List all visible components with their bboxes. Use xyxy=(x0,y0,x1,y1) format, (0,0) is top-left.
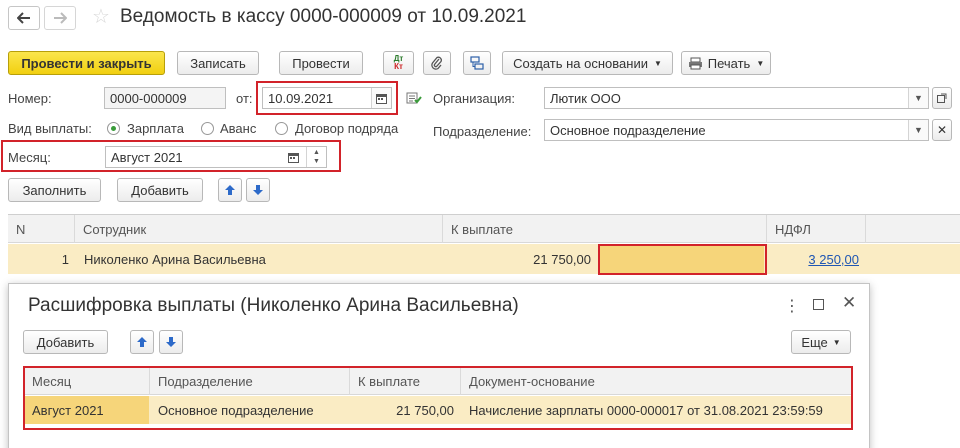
popup-title: Расшифровка выплаты (Николенко Арина Вас… xyxy=(28,295,519,316)
calendar-icon[interactable] xyxy=(371,88,391,108)
table-row[interactable]: 1 Николенко Арина Васильевна 21 750,00 3… xyxy=(8,244,960,274)
payout-option-contract[interactable]: Договор подряда xyxy=(295,121,398,136)
number-label: Номер: xyxy=(8,91,52,106)
cell-amount: 21 750,00 xyxy=(533,251,591,267)
column-header-n[interactable]: N xyxy=(8,215,75,243)
popup-column-header-amount[interactable]: К выплате xyxy=(350,367,461,395)
cell-empty-selected[interactable] xyxy=(600,245,764,273)
table-header: N Сотрудник К выплате НДФЛ xyxy=(8,215,960,243)
popup-column-header-document[interactable]: Документ-основание xyxy=(461,367,852,395)
close-icon: ✕ xyxy=(936,123,948,137)
open-organization-button[interactable] xyxy=(932,87,952,109)
column-header-amount[interactable]: К выплате xyxy=(443,215,767,243)
arrow-up-icon xyxy=(225,185,235,195)
payout-option-advance[interactable]: Аванс xyxy=(220,121,256,136)
calendar-icon[interactable] xyxy=(284,147,302,167)
dropdown-arrow-icon[interactable]: ▼ xyxy=(908,88,928,108)
create-based-on-label: Создать на основании xyxy=(513,55,648,71)
column-header-ndfl[interactable]: НДФЛ xyxy=(767,215,866,243)
month-label: Месяц: xyxy=(8,150,51,165)
popup-column-header-department[interactable]: Подразделение xyxy=(150,367,350,395)
attach-button[interactable] xyxy=(423,51,451,75)
cell-n: 1 xyxy=(61,251,69,267)
organization-field[interactable]: Лютик ООО ▼ xyxy=(544,87,929,109)
popup-cell-amount: 21 750,00 xyxy=(396,402,454,418)
department-field[interactable]: Основное подразделение ▼ xyxy=(544,119,929,141)
payout-radio-advance[interactable] xyxy=(201,122,214,135)
fill-button[interactable]: Заполнить xyxy=(8,178,101,202)
popup-cell-document: Начисление зарплаты 0000-000017 от 31.08… xyxy=(469,402,823,418)
organization-label: Организация: xyxy=(433,91,516,106)
more-options-icon[interactable]: ⋮ xyxy=(784,296,800,316)
date-label: от: xyxy=(236,91,253,106)
move-up-button[interactable] xyxy=(218,178,242,202)
payout-option-salary[interactable]: Зарплата xyxy=(127,121,184,136)
maximize-icon[interactable] xyxy=(813,299,824,310)
save-button[interactable]: Записать xyxy=(177,51,259,75)
dropdown-arrow-icon: ▼ xyxy=(832,337,841,347)
clear-department-button[interactable]: ✕ xyxy=(932,119,952,141)
breakdown-popup: Расшифровка выплаты (Николенко Арина Вас… xyxy=(8,283,870,448)
dropdown-arrow-icon: ▼ xyxy=(653,58,662,68)
post-button[interactable]: Провести xyxy=(279,51,363,75)
popup-cell-department: Основное подразделение xyxy=(158,402,314,418)
favorite-star-icon[interactable]: ☆ xyxy=(92,6,110,28)
dropdown-arrow-icon: ▼ xyxy=(756,58,765,68)
popup-move-up-button[interactable] xyxy=(130,330,154,354)
arrow-down-icon xyxy=(166,337,176,347)
structure-icon xyxy=(470,56,484,70)
printer-icon xyxy=(688,57,702,69)
popup-cell-month[interactable]: Август 2021 xyxy=(24,396,149,424)
popup-more-label: Еще xyxy=(801,334,828,350)
create-based-on-button[interactable]: Создать на основании ▼ xyxy=(502,51,673,75)
column-header-employee[interactable]: Сотрудник xyxy=(75,215,443,243)
date-value: 10.09.2021 xyxy=(268,90,334,106)
month-field[interactable]: Август 2021 ▲ ▼ xyxy=(105,146,327,168)
nav-back-button[interactable] xyxy=(8,6,40,30)
post-and-close-button[interactable]: Провести и закрыть xyxy=(8,51,165,75)
popup-column-header-month[interactable]: Месяц xyxy=(24,367,150,395)
popup-add-button[interactable]: Добавить xyxy=(23,330,108,354)
dropdown-arrow-icon[interactable]: ▼ xyxy=(908,120,928,140)
arrow-left-icon xyxy=(17,12,30,24)
popup-more-button[interactable]: Еще ▼ xyxy=(791,330,851,354)
employees-table: N Сотрудник К выплате НДФЛ 1 Николенко А… xyxy=(8,214,960,278)
spin-up-icon[interactable]: ▲ xyxy=(313,148,320,157)
post-status-icon xyxy=(406,91,422,108)
payout-radio-contract[interactable] xyxy=(275,122,288,135)
month-spinner[interactable]: ▲ ▼ xyxy=(306,147,326,167)
popup-table: Месяц Подразделение К выплате Документ-о… xyxy=(23,366,853,430)
department-value: Основное подразделение xyxy=(550,122,706,138)
add-row-button[interactable]: Добавить xyxy=(117,178,203,202)
structure-button[interactable] xyxy=(463,51,491,75)
paperclip-icon xyxy=(431,56,442,70)
organization-value: Лютик ООО xyxy=(550,90,621,106)
arrow-right-icon xyxy=(54,12,67,24)
payout-type-label: Вид выплаты: xyxy=(8,121,92,136)
month-value: Август 2021 xyxy=(111,149,183,165)
arrow-up-icon xyxy=(137,337,147,347)
print-label: Печать xyxy=(707,55,751,71)
dtkt-icon-bottom: Кт xyxy=(394,62,403,71)
window-title: Ведомость в кассу 0000-000009 от 10.09.2… xyxy=(120,6,527,27)
number-field[interactable]: 0000-000009 xyxy=(104,87,226,109)
popup-move-down-button[interactable] xyxy=(159,330,183,354)
close-icon[interactable]: ✕ xyxy=(842,293,856,313)
open-link-icon xyxy=(937,93,947,103)
popup-table-row[interactable]: Август 2021 Основное подразделение 21 75… xyxy=(24,396,852,424)
popup-table-header: Месяц Подразделение К выплате Документ-о… xyxy=(24,367,852,395)
move-down-button[interactable] xyxy=(246,178,270,202)
arrow-down-icon xyxy=(253,185,263,195)
dtkt-button[interactable]: Дт Кт xyxy=(383,51,414,75)
date-field[interactable]: 10.09.2021 xyxy=(262,87,392,109)
print-button[interactable]: Печать ▼ xyxy=(681,51,771,75)
payout-radio-salary[interactable] xyxy=(107,122,120,135)
cell-employee: Николенко Арина Васильевна xyxy=(84,251,266,267)
department-label: Подразделение: xyxy=(433,124,532,139)
spin-down-icon[interactable]: ▼ xyxy=(313,157,320,166)
nav-forward-button[interactable] xyxy=(44,6,76,30)
cell-ndfl-link[interactable]: 3 250,00 xyxy=(767,245,859,273)
